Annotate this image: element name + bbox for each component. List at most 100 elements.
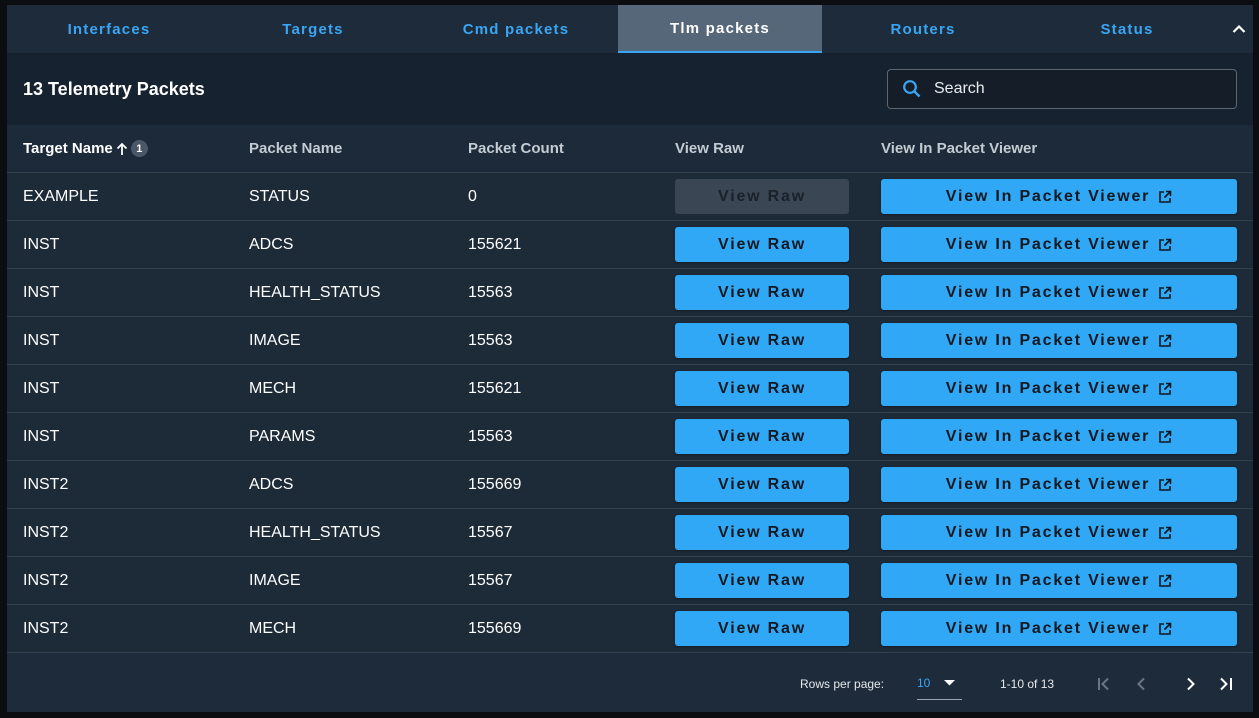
target-name-cell: INST <box>23 235 60 253</box>
table-row: INST IMAGE 15563 View Raw View In Packet Vie… <box>7 317 1253 365</box>
chevron-up-icon[interactable] <box>1229 19 1249 39</box>
view-in-packet-viewer-button[interactable]: View In Packet Viewer <box>881 323 1237 358</box>
view-in-packet-viewer-label: View In Packet Viewer <box>945 379 1151 397</box>
packet-name-cell: ADCS <box>249 235 294 253</box>
packet-name-cell: IMAGE <box>249 331 301 349</box>
view-raw-button[interactable]: View Raw <box>675 419 849 454</box>
rows-per-page-label: Rows per page: <box>800 677 885 691</box>
view-raw-label: View Raw <box>718 283 806 301</box>
view-in-packet-viewer-button[interactable]: View In Packet Viewer <box>881 371 1237 406</box>
open-in-new-icon <box>1158 334 1172 348</box>
view-raw-button[interactable]: View Raw <box>675 611 849 646</box>
packet-name-cell: HEALTH_STATUS <box>249 283 381 301</box>
open-in-new-icon <box>1158 574 1172 588</box>
view-raw-button[interactable]: View Raw <box>675 515 849 550</box>
view-raw-button[interactable]: View Raw <box>675 563 849 598</box>
view-in-packet-viewer-button[interactable]: View In Packet Viewer <box>881 467 1237 502</box>
rows-per-page-select[interactable]: 10 <box>917 667 962 700</box>
view-in-packet-viewer-label: View In Packet Viewer <box>945 571 1151 589</box>
open-in-new-icon <box>1158 526 1172 540</box>
view-in-packet-viewer-button[interactable]: View In Packet Viewer <box>881 179 1237 214</box>
view-in-packet-viewer-button[interactable]: View In Packet Viewer <box>881 611 1237 646</box>
packet-name-cell: MECH <box>249 619 297 637</box>
target-name-cell: INST2 <box>23 475 69 493</box>
view-raw-label: View Raw <box>718 331 806 349</box>
packet-count-cell: 15567 <box>468 571 513 589</box>
view-in-packet-viewer-label: View In Packet Viewer <box>945 619 1151 637</box>
packet-count-cell: 155669 <box>468 619 522 637</box>
column-label: Target Name <box>23 140 113 157</box>
open-in-new-icon <box>1158 478 1172 492</box>
main-panel: Interfaces Targets Cmd packets Tlm packe… <box>7 5 1253 712</box>
view-raw-button[interactable]: View Raw <box>675 467 849 502</box>
table-row: INST ADCS 155621 View Raw View In Packet Vie… <box>7 221 1253 269</box>
view-in-packet-viewer-button[interactable]: View In Packet Viewer <box>881 275 1237 310</box>
tab-interfaces[interactable]: Interfaces <box>7 5 211 53</box>
table-body: EXAMPLE STATUS 0 View Raw View In Packet Vie… <box>7 173 1253 653</box>
column-view-raw: View Raw <box>675 140 744 157</box>
view-raw-button[interactable]: View Raw <box>675 227 849 262</box>
open-in-new-icon <box>1158 382 1172 396</box>
view-raw-button: View Raw <box>675 179 849 214</box>
view-in-packet-viewer-button[interactable]: View In Packet Viewer <box>881 419 1237 454</box>
tab-targets[interactable]: Targets <box>211 5 415 53</box>
column-target-name[interactable]: Target Name 1 <box>23 125 148 172</box>
pagination-range: 1-10 of 13 <box>1000 677 1055 691</box>
column-view-in-packet-viewer: View In Packet Viewer <box>881 140 1038 157</box>
packet-name-cell: HEALTH_STATUS <box>249 523 381 541</box>
search-input[interactable] <box>932 79 1226 99</box>
view-raw-label: View Raw <box>718 427 806 445</box>
target-name-cell: INST2 <box>23 571 69 589</box>
target-name-cell: INST <box>23 379 60 397</box>
view-in-packet-viewer-label: View In Packet Viewer <box>945 331 1151 349</box>
view-in-packet-viewer-button[interactable]: View In Packet Viewer <box>881 227 1237 262</box>
tab-cmd-packets[interactable]: Cmd packets <box>414 5 618 53</box>
table-footer: Rows per page: 10 1-10 of 13 <box>7 653 1253 712</box>
view-raw-button[interactable]: View Raw <box>675 275 849 310</box>
caret-down-icon <box>944 680 956 686</box>
open-in-new-icon <box>1158 430 1172 444</box>
view-raw-button[interactable]: View Raw <box>675 371 849 406</box>
packet-count-cell: 15563 <box>468 331 513 349</box>
column-packet-count[interactable]: Packet Count <box>468 125 564 172</box>
view-in-packet-viewer-label: View In Packet Viewer <box>945 427 1151 445</box>
packet-name-cell: MECH <box>249 379 297 397</box>
table-row: INST2 MECH 155669 View Raw View In Packet Vi… <box>7 605 1253 653</box>
view-raw-label: View Raw <box>718 571 806 589</box>
target-name-cell: INST <box>23 283 60 301</box>
search-box[interactable] <box>887 69 1237 109</box>
packet-count-cell: 155669 <box>468 475 522 493</box>
view-raw-label: View Raw <box>718 187 806 205</box>
page-title: 13 Telemetry Packets <box>23 79 205 99</box>
view-in-packet-viewer-button[interactable]: View In Packet Viewer <box>881 563 1237 598</box>
target-name-cell: INST <box>23 427 60 445</box>
rows-per-page-value: 10 <box>917 676 931 690</box>
target-name-cell: EXAMPLE <box>23 187 99 205</box>
column-packet-name[interactable]: Packet Name <box>249 125 342 172</box>
first-page-icon[interactable] <box>1093 672 1117 696</box>
table-row: INST HEALTH_STATUS 15563 View Raw View In Pa… <box>7 269 1253 317</box>
previous-page-icon[interactable] <box>1129 672 1153 696</box>
view-in-packet-viewer-label: View In Packet Viewer <box>945 475 1151 493</box>
view-raw-label: View Raw <box>718 619 806 637</box>
view-in-packet-viewer-button[interactable]: View In Packet Viewer <box>881 515 1237 550</box>
table-row: INST2 IMAGE 15567 View Raw View In Packet Vi… <box>7 557 1253 605</box>
table-row: INST PARAMS 15563 View Raw View In Packet Vi… <box>7 413 1253 461</box>
packet-count-cell: 15567 <box>468 523 513 541</box>
table-row: EXAMPLE STATUS 0 View Raw View In Packet Vie… <box>7 173 1253 221</box>
table-row: INST2 ADCS 155669 View Raw View In Packet Vi… <box>7 461 1253 509</box>
packet-count-cell: 15563 <box>468 283 513 301</box>
view-in-packet-viewer-label: View In Packet Viewer <box>945 187 1151 205</box>
packet-count-cell: 155621 <box>468 379 522 397</box>
view-raw-label: View Raw <box>718 379 806 397</box>
view-raw-button[interactable]: View Raw <box>675 323 849 358</box>
open-in-new-icon <box>1158 622 1172 636</box>
search-icon <box>902 79 922 99</box>
tab-status[interactable]: Status <box>1025 5 1229 53</box>
view-in-packet-viewer-label: View In Packet Viewer <box>945 235 1151 253</box>
table-row: INST MECH 155621 View Raw View In Packet Vie… <box>7 365 1253 413</box>
tab-routers[interactable]: Routers <box>821 5 1025 53</box>
next-page-icon[interactable] <box>1179 672 1203 696</box>
tab-tlm-packets[interactable]: Tlm packets <box>618 5 822 53</box>
last-page-icon[interactable] <box>1214 672 1238 696</box>
